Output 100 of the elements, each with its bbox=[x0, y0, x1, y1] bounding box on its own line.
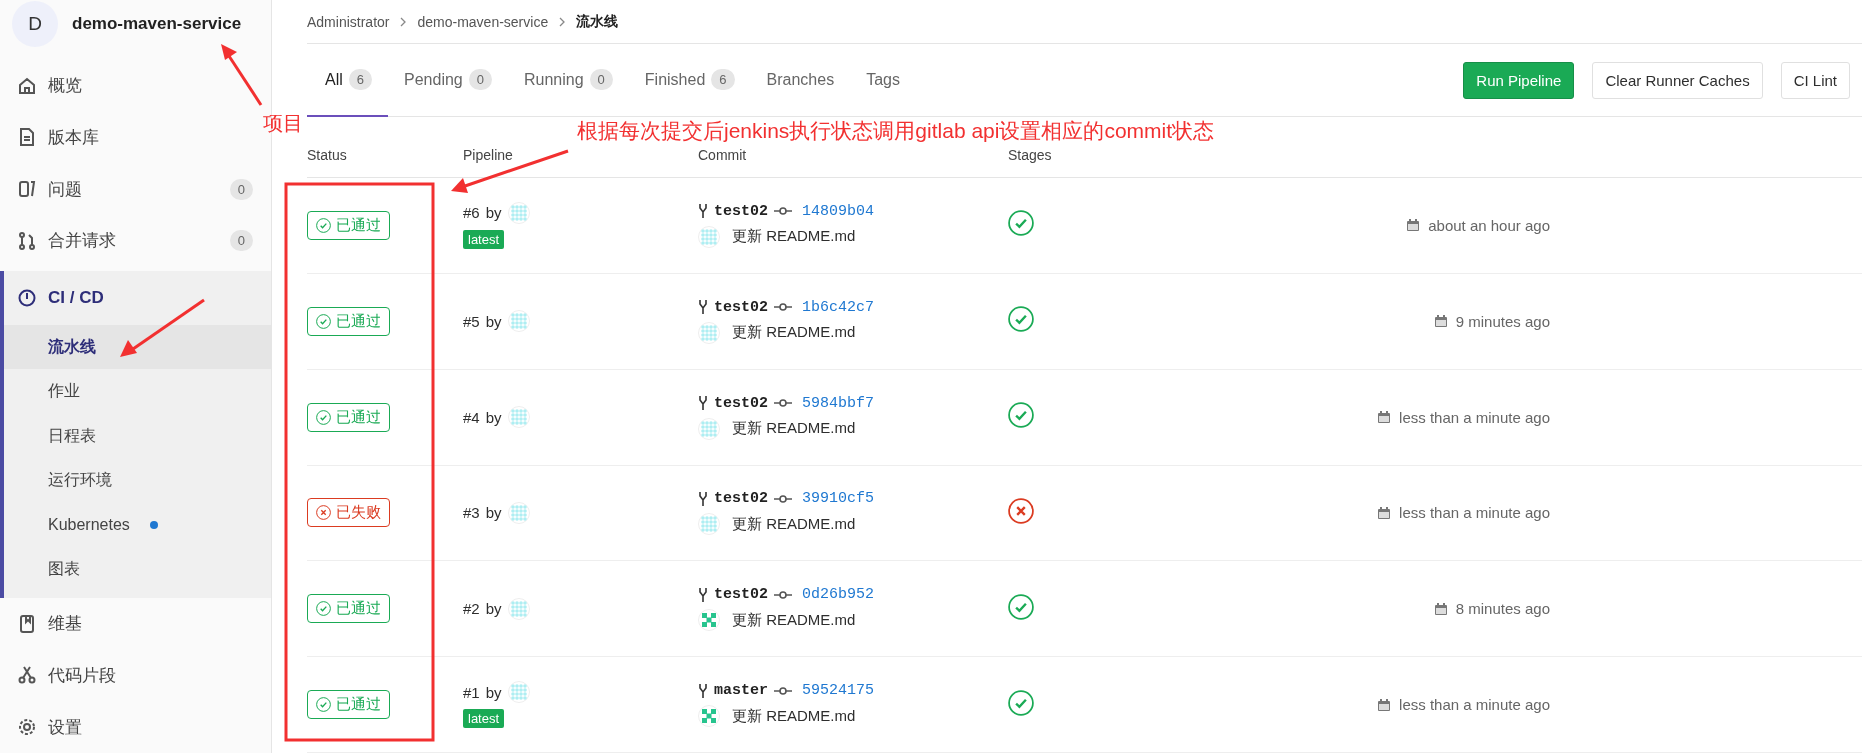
tab[interactable]: Pending 0 bbox=[388, 44, 508, 117]
time-ago: 8 minutes ago bbox=[1455, 600, 1550, 618]
fork-icon bbox=[698, 299, 708, 316]
stage-status[interactable] bbox=[1008, 497, 1034, 524]
commit-sha-link[interactable]: 1b6c42c7 bbox=[802, 298, 875, 316]
nav-item[interactable]: 合并请求 0 bbox=[0, 215, 271, 267]
commit-sha-link[interactable]: 0d26b952 bbox=[802, 586, 875, 604]
calendar-icon bbox=[1433, 601, 1448, 616]
count-badge: 6 bbox=[711, 69, 735, 91]
pipeline-id: #4 bbox=[463, 408, 480, 426]
merge-request-icon bbox=[18, 231, 36, 250]
commit-sha-link[interactable]: 39910cf5 bbox=[802, 490, 875, 508]
issues-icon bbox=[18, 180, 36, 199]
check-circle-icon bbox=[1008, 689, 1034, 716]
branch-link[interactable]: master bbox=[714, 682, 768, 700]
gear-icon bbox=[18, 718, 36, 737]
nav-subitem[interactable]: 运行环境 bbox=[4, 458, 271, 503]
nav-subitem[interactable]: Kubernetes bbox=[4, 502, 271, 548]
avatar-icon bbox=[698, 225, 720, 248]
fork-icon bbox=[698, 203, 708, 220]
pipeline-id: #2 bbox=[463, 600, 480, 618]
tab[interactable]: Finished 6 bbox=[628, 44, 751, 117]
commit-message[interactable]: 更新 README.md bbox=[732, 227, 856, 247]
branch-link[interactable]: test02 bbox=[714, 202, 768, 220]
check-circle-icon bbox=[1008, 593, 1034, 620]
avatar-icon bbox=[698, 513, 720, 536]
stage-status[interactable] bbox=[1008, 402, 1034, 429]
commit-message[interactable]: 更新 README.md bbox=[732, 323, 856, 343]
nav-item[interactable]: 维基 bbox=[0, 597, 271, 650]
status-badge[interactable]: 已失败 bbox=[307, 498, 390, 528]
branch-link[interactable]: test02 bbox=[714, 394, 768, 412]
latest-tag: latest bbox=[463, 229, 505, 249]
column-header: Stages bbox=[1008, 147, 1053, 163]
nav-item[interactable]: 概览 bbox=[0, 59, 271, 112]
commit-icon bbox=[774, 685, 792, 696]
branch-link[interactable]: test02 bbox=[714, 586, 768, 604]
check-circle-icon bbox=[1008, 210, 1034, 237]
annotation-arrow bbox=[221, 44, 263, 106]
by-label: by bbox=[485, 600, 502, 618]
commit-sha-link[interactable]: 59524175 bbox=[802, 682, 875, 700]
check-circle-icon bbox=[316, 409, 331, 425]
toolbar-button[interactable]: CI Lint bbox=[1780, 61, 1850, 99]
stage-status[interactable] bbox=[1008, 210, 1034, 237]
tab[interactable]: Tags bbox=[850, 44, 916, 117]
nav-item[interactable]: 问题 0 bbox=[0, 163, 271, 216]
nav-item[interactable]: 代码片段 bbox=[0, 649, 271, 702]
failed-icon bbox=[316, 505, 331, 521]
fork-icon bbox=[698, 586, 708, 603]
breadcrumb-link[interactable]: Administrator bbox=[307, 13, 390, 30]
branch-link[interactable]: test02 bbox=[714, 298, 768, 316]
pipeline-id: #5 bbox=[463, 312, 480, 330]
by-label: by bbox=[485, 683, 502, 701]
commit-message[interactable]: 更新 README.md bbox=[732, 706, 856, 726]
commit-message[interactable]: 更新 README.md bbox=[732, 514, 856, 534]
avatar-icon bbox=[507, 310, 530, 333]
chevron-icon bbox=[399, 16, 408, 27]
calendar-icon bbox=[1433, 314, 1448, 329]
check-circle-icon bbox=[316, 313, 331, 329]
nav-item[interactable]: CI / CD bbox=[4, 270, 271, 325]
chevron-icon bbox=[558, 16, 567, 27]
nav-item[interactable]: 设置 bbox=[0, 701, 271, 753]
toolbar-button[interactable]: Clear Runner Caches bbox=[1592, 61, 1763, 99]
count-badge: 6 bbox=[348, 69, 372, 91]
scissors-icon bbox=[18, 666, 36, 685]
avatar-icon bbox=[698, 417, 720, 440]
stage-status[interactable] bbox=[1008, 689, 1034, 716]
commit-sha-link[interactable]: 14809b04 bbox=[802, 202, 875, 220]
nav-subitem[interactable]: 作业 bbox=[4, 369, 271, 414]
by-label: by bbox=[485, 408, 502, 426]
time-ago: about an hour ago bbox=[1428, 216, 1550, 234]
check-circle-icon bbox=[316, 217, 331, 233]
commit-sha-link[interactable]: 5984bbf7 bbox=[802, 394, 875, 412]
annotation-text: 项目 bbox=[263, 111, 303, 136]
commit-icon bbox=[774, 206, 792, 217]
branch-link[interactable]: test02 bbox=[714, 490, 768, 508]
commit-message[interactable]: 更新 README.md bbox=[732, 610, 856, 630]
tab[interactable]: All 6 bbox=[307, 44, 388, 117]
nav-subitem[interactable]: 图表 bbox=[4, 547, 271, 592]
breadcrumb-link[interactable]: demo-maven-service bbox=[417, 13, 549, 30]
commit-icon bbox=[774, 398, 792, 409]
column-header: Commit bbox=[698, 147, 748, 163]
fork-icon bbox=[698, 682, 708, 699]
nav-subitem[interactable]: 日程表 bbox=[4, 413, 271, 459]
breadcrumb-link[interactable]: 流水线 bbox=[576, 12, 619, 31]
tab[interactable]: Branches bbox=[750, 44, 851, 117]
avatar-icon bbox=[507, 406, 530, 429]
stage-status[interactable] bbox=[1008, 306, 1034, 333]
nav-subitem[interactable]: 流水线 bbox=[4, 324, 271, 370]
check-circle-icon bbox=[1008, 306, 1034, 333]
tab[interactable]: Running 0 bbox=[507, 44, 629, 117]
count-badge: 0 bbox=[589, 69, 613, 91]
project-avatar[interactable]: D bbox=[12, 0, 58, 47]
book-icon bbox=[18, 614, 36, 633]
failed-icon bbox=[1008, 497, 1034, 524]
commit-icon bbox=[774, 589, 792, 600]
calendar-icon bbox=[1406, 218, 1421, 233]
time-ago: less than a minute ago bbox=[1399, 504, 1550, 522]
commit-message[interactable]: 更新 README.md bbox=[732, 419, 856, 439]
avatar-icon bbox=[698, 705, 720, 728]
stage-status[interactable] bbox=[1008, 593, 1034, 620]
